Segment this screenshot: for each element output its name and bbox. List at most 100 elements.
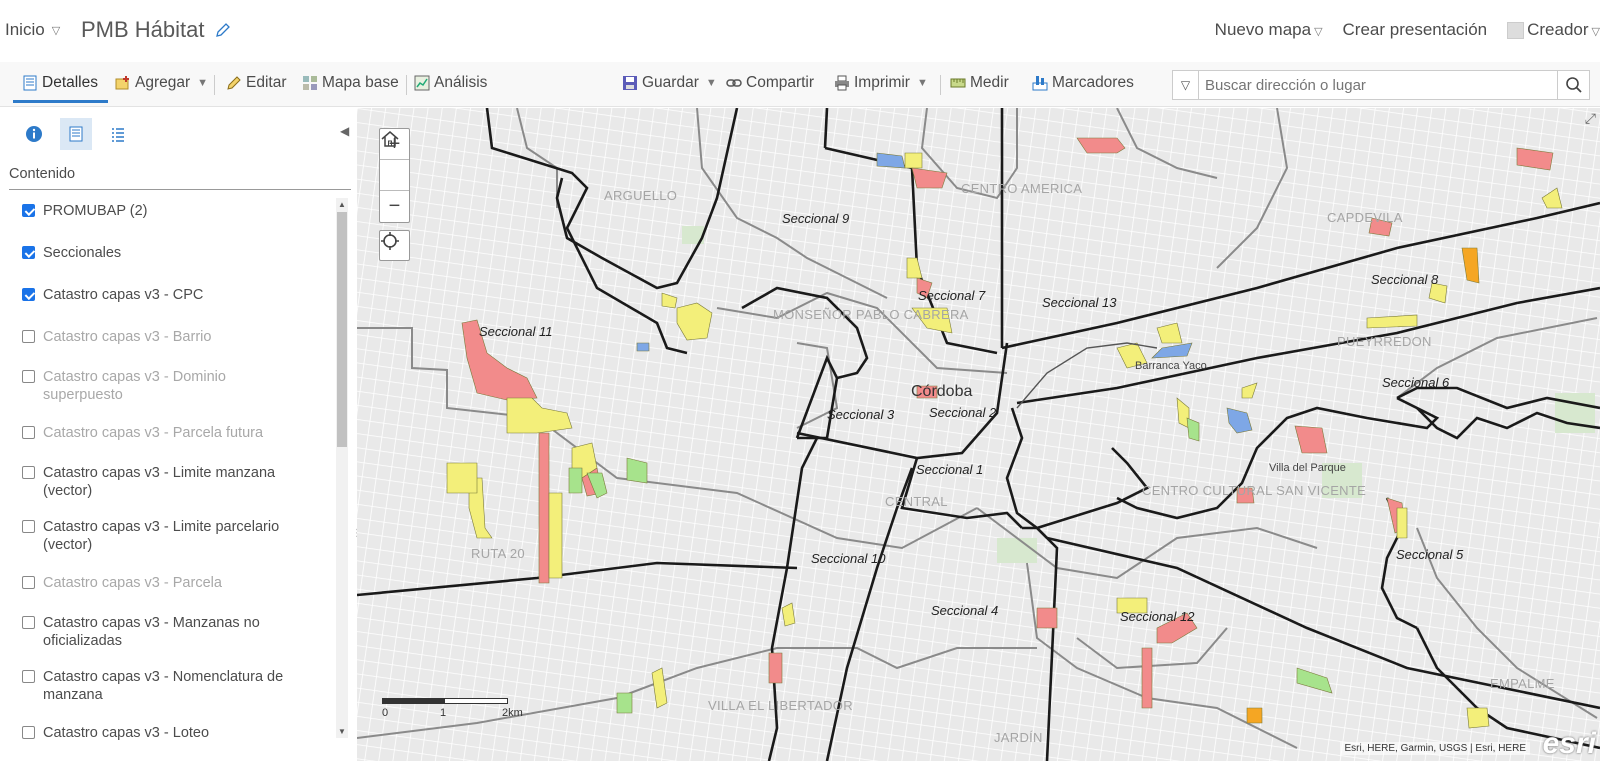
layer-item[interactable]: Catastro capas v3 - CPC [22, 286, 322, 304]
toolbar-divider [940, 75, 941, 95]
layer-label: PROMUBAP (2) [43, 203, 148, 219]
share-button[interactable]: Compartir [726, 74, 814, 92]
layer-checkbox[interactable] [22, 616, 35, 629]
layer-checkbox[interactable] [22, 246, 35, 259]
neighborhood-label: PUEYRREDON [1337, 334, 1432, 349]
bookmarks-button[interactable]: Marcadores [1032, 74, 1134, 92]
home-menu[interactable]: Inicio ▽ [5, 20, 60, 40]
layer-checkbox[interactable] [22, 726, 35, 739]
home-extent-button[interactable] [380, 131, 409, 191]
layer-checkbox[interactable] [22, 370, 35, 383]
toolbar-divider [214, 75, 215, 95]
measure-label: Medir [970, 74, 1009, 91]
layer-checkbox[interactable] [22, 670, 35, 683]
panel-resize-handle[interactable]: ⋮ [352, 528, 362, 548]
map-view[interactable]: Seccional 9 Seccional 7 Seccional 13 Sec… [357, 108, 1600, 761]
measure-button[interactable]: Medir [950, 74, 1009, 92]
search-icon [1565, 77, 1582, 93]
neighborhood-label: CENTRO CULTURAL SAN VICENTE [1142, 483, 1367, 498]
create-presentation-link[interactable]: Crear presentación [1343, 20, 1488, 40]
neighborhood-label: JARDÍN [994, 730, 1043, 745]
scale-label: 1 [440, 707, 447, 719]
zoom-out-button[interactable]: − [380, 191, 409, 222]
layer-label: Catastro capas v3 - Manzanas no oficiali… [43, 615, 260, 649]
layer-item[interactable]: Catastro capas v3 - Parcela futura [22, 424, 322, 442]
layer-checkbox[interactable] [22, 204, 35, 217]
scroll-down-icon[interactable]: ▼ [338, 727, 346, 736]
seccional-label: Seccional 5 [1396, 547, 1464, 562]
home-icon [381, 131, 399, 147]
map-attribution: Esri, HERE, Garmin, USGS | Esri, HERE [1340, 742, 1530, 755]
layer-item[interactable]: Catastro capas v3 - Parcela [22, 574, 322, 592]
search-input[interactable] [1199, 71, 1557, 99]
layer-item[interactable]: Seccionales [22, 244, 322, 262]
layer-label: Catastro capas v3 - Limite manzana (vect… [43, 465, 276, 499]
analysis-button[interactable]: Análisis [414, 74, 487, 92]
edit-button[interactable]: Editar [226, 74, 287, 92]
analysis-label: Análisis [434, 74, 488, 91]
map-canvas[interactable] [357, 108, 1600, 761]
toolbar-divider [406, 75, 407, 95]
print-label: Imprimir [854, 74, 910, 91]
place-label: Barranca Yaco [1135, 360, 1207, 372]
tab-legend[interactable] [102, 118, 134, 150]
tab-about[interactable] [18, 118, 50, 150]
layer-item[interactable]: Catastro capas v3 - Limite parcelario (v… [22, 518, 322, 554]
layer-item[interactable]: Catastro capas v3 - Loteo [22, 724, 322, 742]
seccional-label: Seccional 6 [1382, 375, 1450, 390]
layer-item[interactable]: Catastro capas v3 - Nomenclatura de manz… [22, 668, 322, 704]
save-button[interactable]: Guardar ▼ [622, 74, 717, 92]
map-toolbar: Detalles Agregar ▼ Editar Mapa base Anál… [0, 62, 1600, 107]
search-button[interactable] [1557, 71, 1589, 99]
layer-checkbox[interactable] [22, 576, 35, 589]
layer-checkbox[interactable] [22, 520, 35, 533]
layer-checkbox[interactable] [22, 288, 35, 301]
neighborhood-label: CENTRO AMERICA [961, 181, 1083, 196]
search-filter-dropdown[interactable]: ▽ [1173, 71, 1199, 99]
layer-label: Catastro capas v3 - CPC [43, 287, 204, 303]
seccional-label: Seccional 1 [916, 462, 984, 477]
layer-item[interactable]: Catastro capas v3 - Dominio superpuesto [22, 368, 322, 404]
layer-checkbox[interactable] [22, 466, 35, 479]
layer-label: Catastro capas v3 - Parcela futura [43, 425, 264, 441]
print-button[interactable]: Imprimir ▼ [834, 74, 928, 92]
layer-item[interactable]: PROMUBAP (2) [22, 202, 322, 220]
basemap-button[interactable]: Mapa base [302, 74, 399, 92]
layer-item[interactable]: Catastro capas v3 - Barrio [22, 328, 322, 346]
info-icon [26, 126, 42, 142]
divider [9, 189, 351, 190]
add-button[interactable]: Agregar ▼ [115, 74, 208, 92]
chevron-down-icon: ▼ [197, 77, 209, 89]
basemap-label: Mapa base [322, 74, 399, 91]
new-map-menu[interactable]: Nuevo mapa ▽ [1215, 20, 1323, 40]
tab-contents[interactable] [60, 118, 92, 150]
neighborhood-label: ARGUELLO [604, 188, 678, 203]
place-label: Villa del Parque [1269, 462, 1346, 474]
details-button[interactable]: Detalles [22, 74, 98, 92]
layer-list-scrollbar[interactable]: ▲ ▼ [336, 198, 348, 738]
scale-label: 0 [382, 707, 389, 719]
layer-item[interactable]: Catastro capas v3 - Manzanas no oficiali… [22, 614, 322, 650]
contents-panel: ◀ Contenido PROMUBAP (2) Seccionales Cat… [0, 108, 362, 761]
share-label: Compartir [746, 74, 815, 91]
avatar [1507, 22, 1525, 40]
details-label: Detalles [42, 74, 98, 91]
layer-checkbox[interactable] [22, 330, 35, 343]
locate-button[interactable] [379, 230, 410, 261]
layer-checkbox[interactable] [22, 426, 35, 439]
layer-item[interactable]: Catastro capas v3 - Limite manzana (vect… [22, 464, 322, 500]
user-menu[interactable]: Creador ▽ [1507, 20, 1600, 40]
add-label: Agregar [135, 74, 191, 91]
scrollbar-thumb[interactable] [337, 212, 347, 447]
layer-label: Catastro capas v3 - Nomenclatura de manz… [43, 669, 284, 703]
printer-icon [835, 75, 849, 91]
collapse-panel-icon[interactable]: ◀ [340, 124, 349, 138]
analysis-icon [414, 75, 430, 91]
top-header: Inicio ▽ PMB Hábitat Nuevo mapa ▽ Crear p… [0, 0, 1600, 62]
layer-label: Catastro capas v3 - Limite parcelario (v… [43, 519, 280, 553]
pencil-icon[interactable] [215, 22, 231, 38]
chevron-down-icon: ▼ [705, 77, 717, 89]
expand-icon[interactable]: ⤢ [1585, 110, 1596, 127]
layer-label: Catastro capas v3 - Loteo [43, 725, 210, 741]
scroll-up-icon[interactable]: ▲ [338, 200, 346, 209]
